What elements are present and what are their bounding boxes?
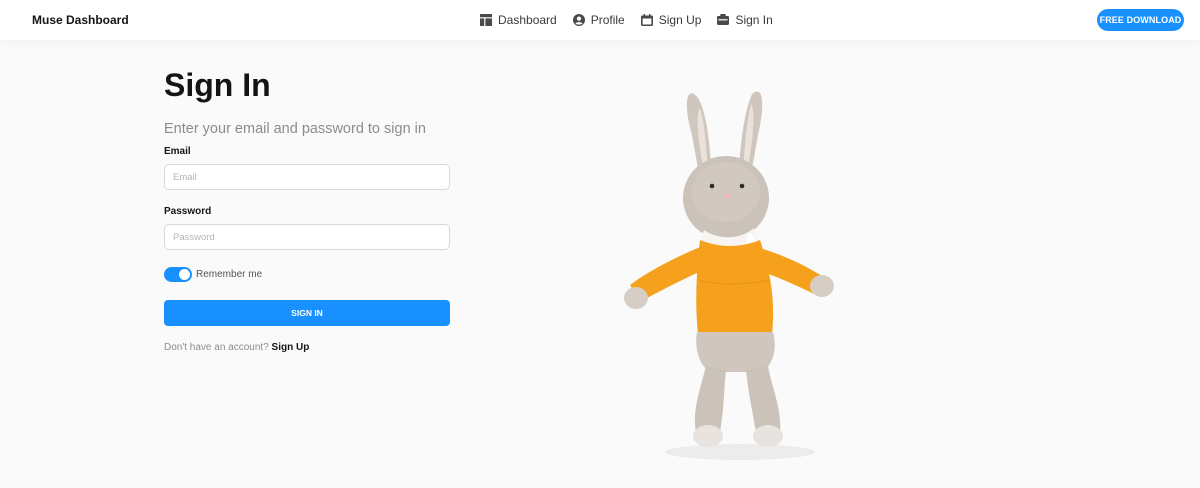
- nav-label-profile: Profile: [590, 13, 625, 27]
- email-input[interactable]: [164, 164, 450, 190]
- signup-prompt-text: Don't have an account?: [164, 342, 269, 353]
- free-download-button[interactable]: FREE DOWNLOAD: [1097, 9, 1184, 31]
- nav-item-signup[interactable]: Sign Up: [640, 12, 702, 28]
- nav-item-signin[interactable]: Sign In: [717, 12, 773, 28]
- dashboard-icon: [480, 14, 492, 26]
- nav-label-dashboard: Dashboard: [498, 13, 557, 27]
- signin-icon: [717, 14, 730, 25]
- signup-link[interactable]: Sign Up: [272, 342, 310, 353]
- sign-in-button[interactable]: SIGN IN: [164, 300, 450, 326]
- page-subtitle: Enter your email and password to sign in: [164, 121, 426, 137]
- toggle-knob: [179, 269, 190, 280]
- nav-label-signin: Sign In: [735, 13, 773, 27]
- nav-item-dashboard[interactable]: Dashboard: [480, 12, 557, 28]
- brand-name[interactable]: Muse Dashboard: [32, 13, 129, 27]
- nav-label-signup: Sign Up: [658, 13, 702, 27]
- nav-item-profile[interactable]: Profile: [572, 12, 625, 28]
- signup-icon: [640, 14, 653, 26]
- remember-me-label: Remember me: [196, 269, 263, 280]
- signup-prompt: Don't have an account? Sign Up: [164, 342, 309, 353]
- email-label: Email: [164, 146, 191, 157]
- top-header: Muse Dashboard Dashboard Profile Sign Up…: [0, 0, 1200, 40]
- crochet-bunny-image: [624, 91, 834, 460]
- page-title: Sign In: [164, 67, 271, 103]
- remember-me-toggle[interactable]: [164, 267, 192, 282]
- profile-icon: [572, 14, 585, 26]
- remember-me-row: Remember me: [164, 267, 262, 282]
- password-input[interactable]: [164, 224, 450, 250]
- password-label: Password: [164, 206, 212, 217]
- main-nav: Dashboard Profile Sign Up Sign In: [480, 12, 789, 28]
